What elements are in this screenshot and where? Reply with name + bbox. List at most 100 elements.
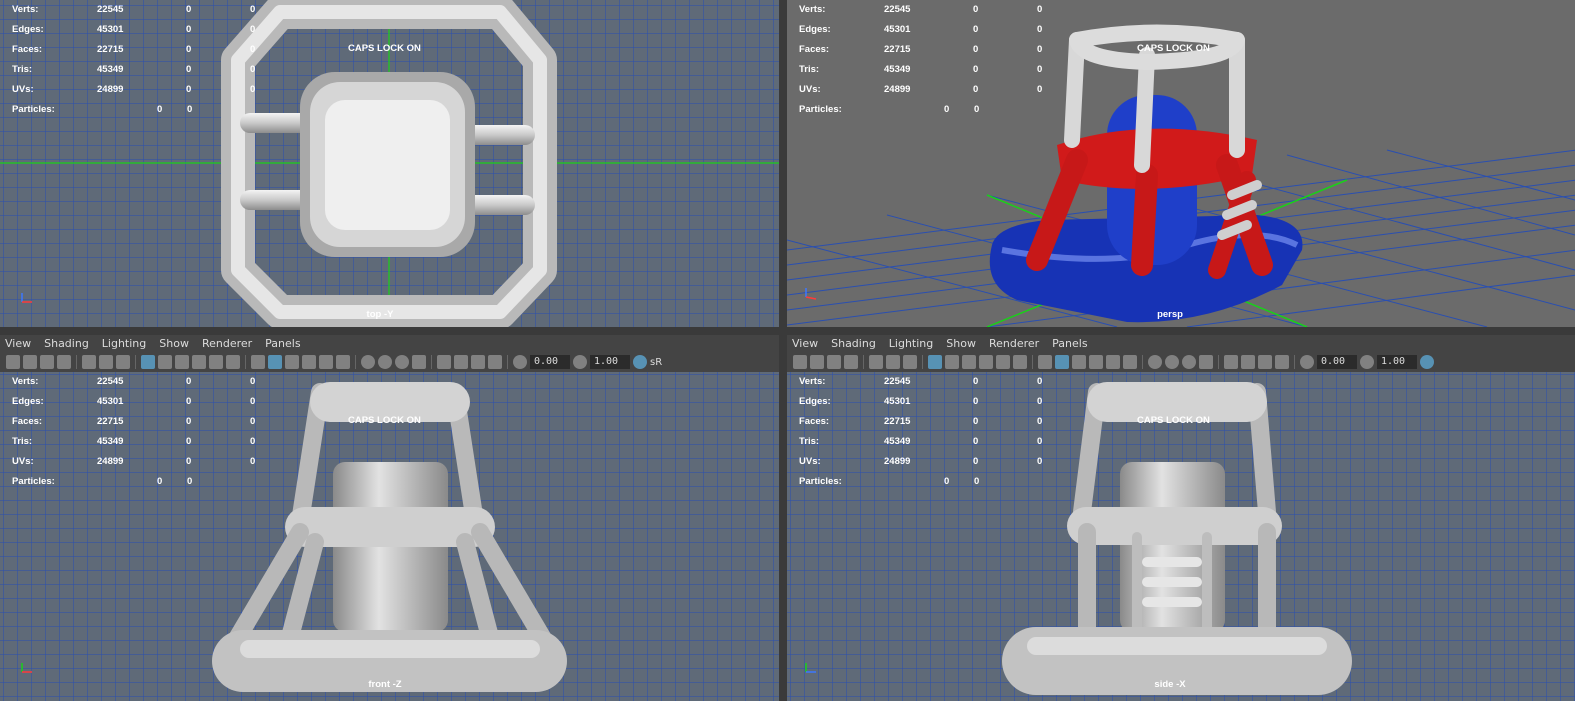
exposure-field[interactable]: 0.00: [530, 355, 570, 369]
isolate-select-icon[interactable]: [437, 355, 451, 369]
motion-blur-icon[interactable]: [378, 355, 392, 369]
panel-divider-horizontal[interactable]: [0, 327, 1575, 335]
toolbar-separator: [1142, 355, 1143, 369]
smooth-shade-icon[interactable]: [268, 355, 282, 369]
toolbar-separator: [507, 355, 508, 369]
menu-show[interactable]: Show: [154, 337, 197, 350]
depth-of-field-icon[interactable]: [1199, 355, 1213, 369]
lights-icon[interactable]: [319, 355, 333, 369]
film-gate-icon[interactable]: [945, 355, 959, 369]
safe-action-icon[interactable]: [226, 355, 240, 369]
hud-edges: Edges: 45301 0 0: [12, 396, 256, 407]
backface-icon[interactable]: [1275, 355, 1289, 369]
exposure-icon[interactable]: [1300, 355, 1314, 369]
xray-icon[interactable]: [1241, 355, 1255, 369]
isolate-select-icon[interactable]: [1224, 355, 1238, 369]
hud-verts: Verts: 22545 0 0: [799, 376, 1043, 387]
resolution-gate-icon[interactable]: [962, 355, 976, 369]
xray-joints-icon[interactable]: [1258, 355, 1272, 369]
wireframe-icon[interactable]: [251, 355, 265, 369]
panel-menubar: View Shading Lighting Show Renderer Pane…: [787, 335, 1575, 352]
textured-icon[interactable]: [302, 355, 316, 369]
grid-icon[interactable]: [141, 355, 155, 369]
color-management-icon[interactable]: [1420, 355, 1434, 369]
xray-joints-icon[interactable]: [471, 355, 485, 369]
hud-tris: Tris: 45349 0 0: [799, 436, 1043, 447]
grease-pencil-icon[interactable]: [82, 355, 96, 369]
hud-stats-top: Verts: 22545 0 0 Edges: 45301 0 0 Faces: 22715 0…: [12, 0, 272, 120]
gate-mask-icon[interactable]: [979, 355, 993, 369]
field-chart-icon[interactable]: [996, 355, 1010, 369]
gamma-field[interactable]: 1.00: [1377, 355, 1417, 369]
shadows-icon[interactable]: [336, 355, 350, 369]
grid-icon[interactable]: [928, 355, 942, 369]
menu-lighting[interactable]: Lighting: [97, 337, 154, 350]
panel-divider-vertical[interactable]: [779, 0, 787, 701]
camera-attributes-icon[interactable]: [23, 355, 37, 369]
default-material-icon[interactable]: [1072, 355, 1086, 369]
hud-tris: Tris: 45349 0 0: [12, 64, 256, 75]
viewport-side[interactable]: View Shading Lighting Show Renderer Pane…: [787, 335, 1575, 701]
menu-panels[interactable]: Panels: [1047, 337, 1095, 350]
camera-attributes-icon[interactable]: [810, 355, 824, 369]
lights-icon[interactable]: [1106, 355, 1120, 369]
ambient-occlusion-icon[interactable]: [361, 355, 375, 369]
menu-shading[interactable]: Shading: [826, 337, 884, 350]
film-gate-icon[interactable]: [158, 355, 172, 369]
gamma-field[interactable]: 1.00: [590, 355, 630, 369]
camera-icon[interactable]: [6, 355, 20, 369]
ambient-occlusion-icon[interactable]: [1148, 355, 1162, 369]
exposure-icon[interactable]: [513, 355, 527, 369]
bookmark-icon[interactable]: [40, 355, 54, 369]
safe-action-icon[interactable]: [1013, 355, 1027, 369]
menu-renderer[interactable]: Renderer: [984, 337, 1047, 350]
camera-label-persp: persp: [1157, 309, 1183, 320]
bookmark-icon[interactable]: [827, 355, 841, 369]
menu-lighting[interactable]: Lighting: [884, 337, 941, 350]
hud-faces: Faces: 22715 0 0: [12, 416, 256, 427]
viewport-front[interactable]: View Shading Lighting Show Renderer Pane…: [0, 335, 779, 701]
anti-aliasing-icon[interactable]: [1182, 355, 1196, 369]
color-management-icon[interactable]: [633, 355, 647, 369]
menu-renderer[interactable]: Renderer: [197, 337, 260, 350]
image-plane-icon[interactable]: [57, 355, 71, 369]
panel-toolbar: 0.00 1.00 sR: [0, 352, 779, 372]
axis-gizmo-icon: [21, 663, 32, 673]
pen-icon[interactable]: [116, 355, 130, 369]
viewport-top[interactable]: Verts: 22545 0 0 Edges: 45301 0 0 Faces: 22715 0…: [0, 0, 779, 327]
textured-icon[interactable]: [1089, 355, 1103, 369]
wireframe-icon[interactable]: [1038, 355, 1052, 369]
panel-toolbar: 0.00 1.00: [787, 352, 1575, 372]
menu-show[interactable]: Show: [941, 337, 984, 350]
grease-pencil-icon[interactable]: [869, 355, 883, 369]
camera-icon[interactable]: [793, 355, 807, 369]
anti-aliasing-icon[interactable]: [395, 355, 409, 369]
menu-shading[interactable]: Shading: [39, 337, 97, 350]
viewport-persp[interactable]: Verts: 22545 0 0 Edges: 45301 0 0 Faces: 22715 0…: [787, 0, 1575, 327]
image-plane-icon[interactable]: [844, 355, 858, 369]
srgb-label[interactable]: sR: [650, 357, 662, 368]
menu-view[interactable]: View: [787, 337, 826, 350]
exposure-field[interactable]: 0.00: [1317, 355, 1357, 369]
shadows-icon[interactable]: [1123, 355, 1137, 369]
2d-pan-zoom-icon[interactable]: [886, 355, 900, 369]
menu-panels[interactable]: Panels: [260, 337, 308, 350]
pen-icon[interactable]: [903, 355, 917, 369]
field-chart-icon[interactable]: [209, 355, 223, 369]
menu-view[interactable]: View: [0, 337, 39, 350]
motion-blur-icon[interactable]: [1165, 355, 1179, 369]
2d-pan-zoom-icon[interactable]: [99, 355, 113, 369]
default-material-icon[interactable]: [285, 355, 299, 369]
smooth-shade-icon[interactable]: [1055, 355, 1069, 369]
toolbar-separator: [245, 355, 246, 369]
backface-icon[interactable]: [488, 355, 502, 369]
gate-mask-icon[interactable]: [192, 355, 206, 369]
gamma-icon[interactable]: [1360, 355, 1374, 369]
resolution-gate-icon[interactable]: [175, 355, 189, 369]
xray-icon[interactable]: [454, 355, 468, 369]
depth-of-field-icon[interactable]: [412, 355, 426, 369]
hud-faces: Faces: 22715 0 0: [799, 44, 1043, 55]
hud-uvs: UVs: 24899 0 0: [12, 456, 256, 467]
hud-verts: Verts: 22545 0 0: [12, 4, 256, 15]
gamma-icon[interactable]: [573, 355, 587, 369]
